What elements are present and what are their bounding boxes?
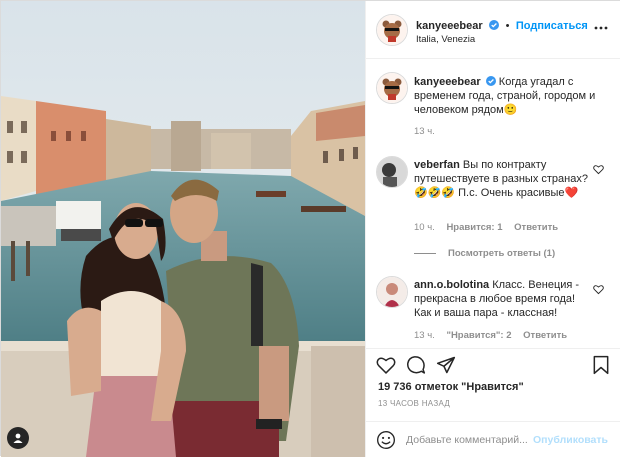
venice-couple-photo bbox=[1, 1, 365, 457]
user-photo-avatar-icon bbox=[377, 277, 407, 307]
heart-icon[interactable] bbox=[376, 355, 396, 375]
comment-likes[interactable]: "Нравится": 2 bbox=[446, 330, 511, 341]
tagged-user-icon[interactable] bbox=[7, 427, 29, 449]
comment-like-heart-icon[interactable] bbox=[593, 284, 604, 295]
view-replies-button[interactable]: Посмотреть ответы (1) bbox=[414, 248, 555, 259]
caption-time[interactable]: 13 ч. bbox=[414, 126, 435, 137]
bookmark-icon[interactable] bbox=[591, 355, 611, 375]
comment-time[interactable]: 13 ч. bbox=[414, 330, 435, 341]
verified-badge-icon bbox=[485, 76, 496, 86]
emoji-icon[interactable] bbox=[376, 430, 396, 450]
caption-item: kanyeeebear Когда угадал с временем года… bbox=[376, 72, 612, 152]
publish-button[interactable]: Опубликовать bbox=[533, 434, 608, 446]
replies-divider-line bbox=[414, 252, 436, 254]
post-photo[interactable] bbox=[1, 1, 365, 457]
comment-username[interactable]: veberfan bbox=[414, 159, 460, 171]
action-bar bbox=[366, 348, 620, 378]
comments-list[interactable]: kanyeeebear Когда угадал с временем года… bbox=[366, 60, 620, 348]
comment-text-block: ann.o.bolotina Класс. Венеция - прекрасн… bbox=[414, 278, 594, 320]
follow-button[interactable]: Подписаться bbox=[516, 20, 588, 32]
more-options-icon[interactable] bbox=[594, 26, 608, 30]
header-user-line: kanyeeebear • Подписаться bbox=[416, 16, 588, 34]
caption-text-block: kanyeeebear Когда угадал с временем года… bbox=[414, 75, 610, 117]
comment-item: ann.o.bolotina Класс. Венеция - прекрасн… bbox=[376, 276, 612, 348]
post-header: kanyeeebear • Подписаться Italia, Venezi… bbox=[366, 1, 620, 59]
caption-username[interactable]: kanyeeebear bbox=[414, 76, 481, 88]
comment-icon[interactable] bbox=[406, 355, 426, 375]
share-icon[interactable] bbox=[436, 355, 456, 375]
comment-username[interactable]: ann.o.bolotina bbox=[414, 279, 489, 291]
comment-likes[interactable]: Нравится: 1 bbox=[446, 222, 502, 233]
comment-item: veberfan Вы по контракту путешествуете в… bbox=[376, 156, 612, 259]
dot-separator: • bbox=[505, 20, 510, 32]
reply-button[interactable]: Ответить bbox=[523, 330, 567, 341]
author-avatar[interactable] bbox=[376, 14, 408, 46]
post-dialog: kanyeeebear • Подписаться Italia, Venezi… bbox=[0, 0, 620, 457]
post-sidebar: kanyeeebear • Подписаться Italia, Venezi… bbox=[365, 1, 620, 457]
add-comment-bar: Опубликовать bbox=[366, 421, 620, 457]
commenter-avatar[interactable] bbox=[376, 276, 408, 308]
bear-avatar-icon bbox=[377, 73, 407, 103]
comment-time[interactable]: 10 ч. bbox=[414, 222, 435, 233]
commenter-avatar[interactable] bbox=[376, 156, 408, 188]
comment-meta: 10 ч. Нравится: 1 Ответить bbox=[414, 222, 567, 233]
comment-text-block: veberfan Вы по контракту путешествуете в… bbox=[414, 158, 594, 200]
post-time[interactable]: 13 ЧАСОВ НАЗАД bbox=[378, 399, 450, 408]
caption-avatar[interactable] bbox=[376, 72, 408, 104]
user-photo-avatar-icon bbox=[377, 157, 407, 187]
author-username[interactable]: kanyeeebear bbox=[416, 20, 483, 32]
verified-badge-icon bbox=[489, 20, 500, 30]
bear-avatar-icon bbox=[377, 15, 407, 45]
comment-meta: 13 ч. "Нравится": 2 Ответить bbox=[414, 330, 576, 341]
person-icon bbox=[13, 433, 23, 443]
comment-like-heart-icon[interactable] bbox=[593, 164, 604, 175]
likes-count[interactable]: 19 736 отметок "Нравится" bbox=[378, 381, 524, 393]
reply-button[interactable]: Ответить bbox=[514, 222, 558, 233]
post-location[interactable]: Italia, Venezia bbox=[416, 34, 475, 45]
view-replies-label: Посмотреть ответы (1) bbox=[448, 248, 556, 259]
